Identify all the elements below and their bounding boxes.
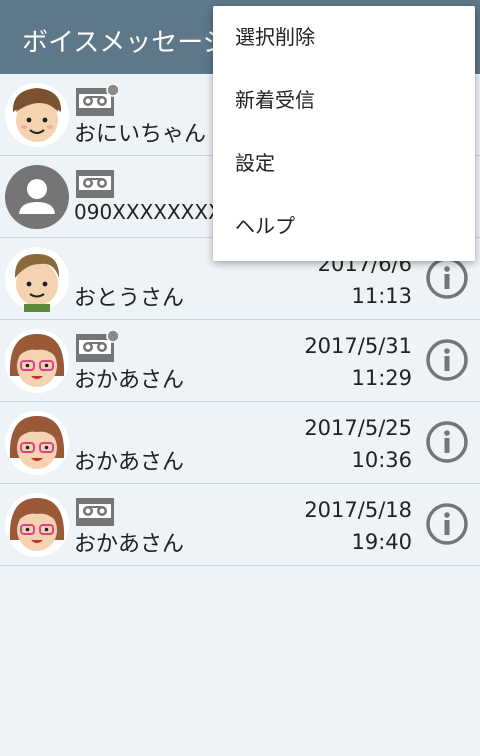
woman-avatar-icon: [4, 492, 70, 558]
boy-avatar-icon: [4, 82, 70, 148]
info-icon[interactable]: [425, 256, 469, 300]
woman-avatar-icon: [4, 328, 70, 394]
info-icon[interactable]: [425, 502, 469, 546]
message-time: 19:40: [351, 530, 412, 554]
list-item[interactable]: おかあさん 2017/5/25 10:36: [0, 402, 480, 484]
overflow-menu: 選択削除 新着受信 設定 ヘルプ: [213, 6, 475, 261]
default-person-avatar-icon: [4, 164, 70, 230]
voicemail-tape-icon: [76, 494, 118, 526]
message-time: 11:29: [351, 366, 412, 390]
voicemail-tape-icon: [76, 166, 118, 198]
man-avatar-icon: [4, 246, 70, 312]
contact-name: おかあさん: [74, 450, 185, 475]
menu-item-select-delete[interactable]: 選択削除: [213, 6, 475, 69]
phone-number: 090XXXXXXXX: [74, 200, 222, 224]
message-date: 2017/5/18: [304, 498, 412, 522]
message-time: 10:36: [351, 448, 412, 472]
list-item[interactable]: おかあさん 2017/5/18 19:40: [0, 484, 480, 566]
message-date: 2017/5/25: [304, 416, 412, 440]
voicemail-tape-icon: [76, 330, 118, 362]
contact-name: おとうさん: [74, 286, 185, 311]
menu-item-fetch-new[interactable]: 新着受信: [213, 69, 475, 132]
menu-item-settings[interactable]: 設定: [213, 132, 475, 195]
message-date: 2017/5/31: [304, 334, 412, 358]
contact-name: おかあさん: [74, 532, 185, 557]
contact-name: おかあさん: [74, 368, 185, 393]
voicemail-tape-icon: [76, 84, 118, 116]
app-title: ボイスメッセージ: [22, 28, 229, 58]
list-item[interactable]: おかあさん 2017/5/31 11:29: [0, 320, 480, 402]
menu-item-help[interactable]: ヘルプ: [213, 195, 475, 258]
info-icon[interactable]: [425, 338, 469, 382]
message-time: 11:13: [351, 284, 412, 308]
contact-name: おにいちゃん: [74, 122, 207, 147]
info-icon[interactable]: [425, 420, 469, 464]
woman-avatar-icon: [4, 410, 70, 476]
